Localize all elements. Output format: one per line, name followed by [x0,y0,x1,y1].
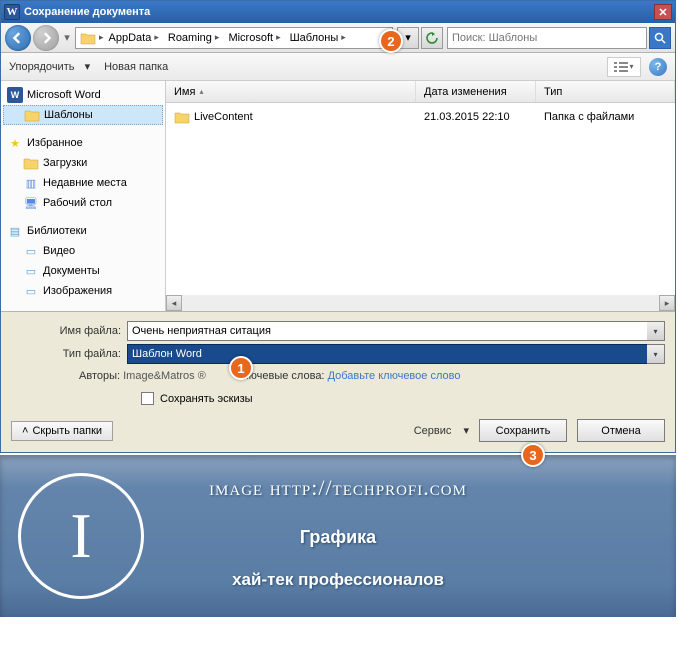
scroll-right[interactable]: ▸ [659,295,675,311]
footer-logo: I [18,473,144,599]
scroll-left[interactable]: ◂ [166,295,182,311]
word-app-icon: W [4,4,20,20]
view-mode-button[interactable]: ▾ [607,57,641,77]
forward-button[interactable] [33,25,59,51]
tree-recent[interactable]: ▥ Недавние места [3,173,163,193]
badge-1: 1 [229,356,253,380]
tree-favorites[interactable]: ★ Избранное [3,133,163,153]
badge-3: 3 [521,443,545,467]
fname-label: Имя файла: [11,325,121,337]
desktop-icon: 🖥 [23,195,39,211]
hide-folders-button[interactable]: ˄ Скрыть папки [11,421,113,441]
file-name: LiveContent [194,111,253,123]
tree-documents[interactable]: ▭ Документы [3,261,163,281]
fname-dropdown[interactable]: ▾ [647,321,665,341]
keywords-hint[interactable]: Добавьте ключевое слово [328,370,461,382]
video-icon: ▭ [23,243,39,259]
nav-bar: ▾ ▸ AppData ▸ Roaming ▸ Microsoft ▸ Шабл… [1,23,675,53]
tree-libraries[interactable]: ▤ Библиотеки [3,221,163,241]
new-folder-button[interactable]: Новая папка [104,61,168,73]
col-name[interactable]: Имя ▴ [166,81,416,102]
chevron-up-icon: ˄ [22,425,28,437]
crumb[interactable]: Шаблоны ▸ [286,28,351,48]
folder-icon [24,107,40,123]
tree-pictures[interactable]: ▭ Изображения [3,281,163,301]
back-button[interactable] [5,25,31,51]
file-type: Папка с файлами [536,107,675,127]
h-scrollbar[interactable]: ◂ ▸ [166,295,675,311]
search-button[interactable] [649,27,671,49]
form-area: Имя файла: ▾ Тип файла: Шаблон Word ▾ Ав… [1,311,675,452]
footer-banner: I image http://techprofi.com Графика хай… [0,455,676,617]
organize-menu[interactable]: Упорядочить ▾ [9,60,90,73]
file-list[interactable]: Имя ▴ Дата изменения Тип LiveContent 21.… [166,81,675,311]
breadcrumb[interactable]: ▸ AppData ▸ Roaming ▸ Microsoft ▸ Шаблон… [75,27,393,49]
folder-icon [80,30,96,46]
word-icon: W [7,87,23,103]
authors-value[interactable]: Image&Matros ® [123,370,206,382]
ftype-dropdown[interactable]: ▾ [647,344,665,364]
folder-icon [174,109,190,125]
tree-word[interactable]: W Microsoft Word [3,85,163,105]
toolbar: Упорядочить ▾ Новая папка ▾ ? [1,53,675,81]
tree-desktop[interactable]: 🖥 Рабочий стол [3,193,163,213]
column-headers: Имя ▴ Дата изменения Тип [166,81,675,103]
tree-videos[interactable]: ▭ Видео [3,241,163,261]
filetype-select[interactable]: Шаблон Word [127,344,665,364]
badge-2: 2 [379,29,403,53]
recent-icon: ▥ [23,175,39,191]
libraries-icon: ▤ [7,223,23,239]
tree-downloads[interactable]: Загрузки [3,153,163,173]
crumb[interactable]: Microsoft ▸ [224,28,285,48]
dialog-title: Сохранение документа [24,6,654,18]
history-dropdown[interactable]: ▾ [61,28,73,48]
cancel-button[interactable]: Отмена [577,419,665,442]
crumb[interactable]: Roaming ▸ [164,28,225,48]
help-button[interactable]: ? [649,58,667,76]
save-thumb-checkbox[interactable] [141,392,154,405]
save-thumb-label: Сохранять эскизы [160,393,253,405]
ftype-label: Тип файла: [11,348,121,360]
star-icon: ★ [7,135,23,151]
authors-label: Авторы: [79,370,120,382]
col-date[interactable]: Дата изменения [416,81,536,102]
tree-templates[interactable]: Шаблоны [3,105,163,125]
search-input[interactable] [448,32,646,44]
crumb[interactable]: AppData ▸ [105,28,164,48]
save-dialog: W Сохранение документа ✕ ▾ ▸ AppData ▸ R… [0,0,676,453]
table-row[interactable]: LiveContent 21.03.2015 22:10 Папка с фай… [166,103,675,131]
documents-icon: ▭ [23,263,39,279]
file-date: 21.03.2015 22:10 [416,107,536,127]
save-button[interactable]: Сохранить [479,419,567,442]
refresh-button[interactable] [421,27,443,49]
filename-input[interactable] [127,321,665,341]
service-menu[interactable]: Сервис ▾ [414,424,469,437]
tree[interactable]: W Microsoft Word Шаблоны ★ Избранное Заг… [1,81,166,311]
folder-icon [23,155,39,171]
search-box[interactable] [447,27,647,49]
pictures-icon: ▭ [23,283,39,299]
titlebar[interactable]: W Сохранение документа ✕ [1,1,675,23]
col-type[interactable]: Тип [536,81,675,102]
close-button[interactable]: ✕ [654,4,672,20]
